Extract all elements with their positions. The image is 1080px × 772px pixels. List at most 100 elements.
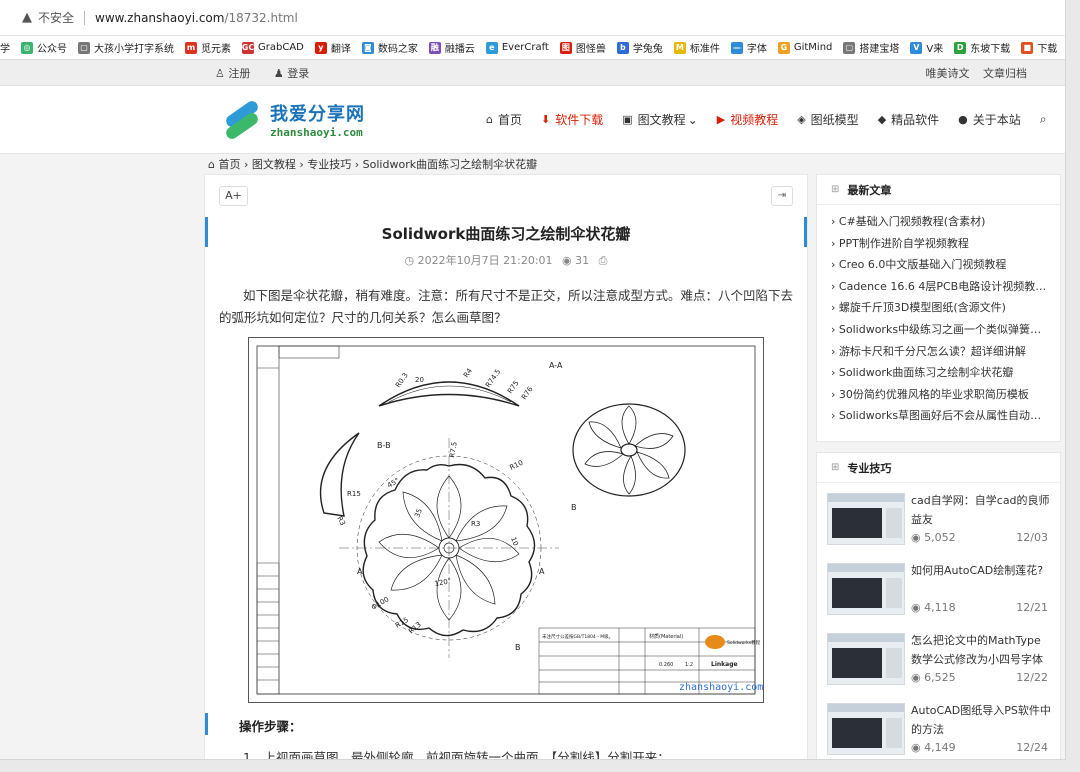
bookmark-label: GrabCAD (258, 42, 304, 53)
address-bar[interactable]: ▲ 不安全 www.zhanshaoyi.com/18732.html (0, 0, 1065, 36)
dim-label: R76 (520, 385, 535, 401)
nav-item[interactable]: ⬇ 软件下载 (541, 111, 603, 128)
bookmark-item[interactable]: b 学兔兔 (616, 40, 663, 55)
dim-label: 45° (386, 477, 401, 490)
bookmark-item[interactable]: M 标准件 (673, 40, 720, 55)
tip-item[interactable]: 怎么把论文中的MathType数学公式修改为小四号字体 ◉ 6,525 12/22 (817, 623, 1060, 691)
bookmarks-bar: 学 ◎ 公众号 ▢ 大孩小学打字系统 m 觅元素 GC GrabCAD y 翻译 ◙ 数码之家融融播云 e… (0, 36, 1065, 60)
bookmark-item[interactable]: ■ 下载 (1021, 40, 1057, 55)
title-block-part: Linkage (711, 661, 738, 668)
bookmark-item[interactable]: D 东坡下载 (954, 40, 1010, 55)
tip-thumbnail[interactable] (827, 563, 905, 615)
title-block-weight: 0.260 (659, 662, 673, 668)
tip-item[interactable]: 如何用AutoCAD绘制莲花? ◉ 4,118 12/21 (817, 553, 1060, 621)
poetry-link[interactable]: 唯美诗文 (926, 67, 970, 80)
latest-article-link[interactable]: › 30份简约优雅风格的毕业求职简历模板 (831, 384, 1048, 406)
latest-article-link[interactable]: › Creo 6.0中文版基础入门视频教程 (831, 254, 1048, 276)
tip-thumbnail[interactable] (827, 493, 905, 545)
tip-date: 12/03 (1016, 531, 1048, 544)
browser-window: ▲ 不安全 www.zhanshaoyi.com/18732.html 学 ◎ 公众… (0, 0, 1066, 760)
dim-label: 20 (415, 376, 424, 384)
nav-item[interactable]: ⌂ 首页 (486, 111, 522, 128)
toggle-sidebar-icon[interactable]: ⇥ (771, 186, 793, 206)
bookmark-icon: M (673, 41, 686, 54)
graduation-icon: ◆ (877, 113, 887, 126)
steps-accent (205, 713, 208, 735)
register-link[interactable]: ♙ 注册 (215, 67, 260, 80)
latest-list: › C#基础入门视频教程(含素材) › PPT制作进阶自学视频教程 › Creo 6… (817, 205, 1060, 427)
tip-views: ◉ 4,149 (911, 741, 956, 754)
download-icon: ⬇ (541, 113, 551, 126)
print-icon[interactable]: ⎙ (599, 254, 608, 267)
bookmark-item[interactable]: y 翻译 (314, 40, 351, 55)
grid-icon: ⊞ (831, 184, 840, 195)
bookmark-item[interactable]: ▢ 大孩小学打字系统 (78, 40, 174, 55)
bookmark-item[interactable]: 学 (0, 40, 10, 55)
nav-label: 首页 (497, 113, 522, 127)
dim-label: R15 (347, 490, 361, 498)
nav-item[interactable]: ● 关于本站 (958, 111, 1021, 128)
bookmark-item[interactable]: ◙ 数码之家 (361, 40, 418, 55)
nav-label: 关于本站 (972, 113, 1021, 127)
nav-item[interactable]: ◈ 图纸模型 (797, 111, 858, 128)
bookmark-item[interactable]: ◎ 公众号 (21, 40, 67, 55)
section-aa-label: A-A (549, 361, 563, 370)
home-icon: ⌂ (486, 113, 493, 126)
url-text[interactable]: www.zhanshaoyi.com/18732.html (95, 11, 298, 25)
bookmark-icon: 融 (428, 41, 441, 54)
bookmark-item[interactable]: V V来 (910, 40, 943, 55)
tip-item[interactable]: AutoCAD图纸导入PS软件中的方法 ◉ 4,149 12/24 (817, 693, 1060, 759)
bookmark-label: EverCraft (501, 42, 549, 53)
dim-label: R74.5 (484, 368, 502, 389)
latest-article-link[interactable]: › PPT制作进阶自学视频教程 (831, 233, 1048, 255)
bookmark-icon: GC (241, 41, 255, 54)
nav-item[interactable]: ▶ 视频教程 (717, 111, 778, 128)
latest-article-link[interactable]: › 游标卡尺和千分尺怎么读？超详细讲解 (831, 341, 1048, 363)
dim-label: R3 (335, 515, 347, 527)
latest-article-link[interactable]: › Solidworks草图画好后不会从属性自动切... (831, 405, 1048, 427)
tip-item[interactable]: cad自学网：自学cad的良师益友 ◉ 5,052 12/03 (817, 483, 1060, 551)
bookmark-item[interactable]: m 觅元素 (185, 40, 231, 55)
post-date: ◷ 2022年10月7日 21:20:01 (404, 254, 553, 267)
title-block-material: 材质(Material) (649, 633, 683, 640)
bookmark-item[interactable]: G GitMind (777, 41, 832, 54)
bookmark-item[interactable]: GC GrabCAD (241, 41, 304, 54)
bookmark-icon: D (954, 41, 967, 54)
login-link[interactable]: ♟ 登录 (274, 67, 319, 80)
latest-article-link[interactable]: › 螺旋千斤顶3D模型图纸(含源文件) (831, 297, 1048, 319)
solidworks-logo-icon (705, 635, 725, 649)
latest-article-link[interactable]: › Solidworks中级练习之画一个类似弹簧的... (831, 319, 1048, 341)
drawing-watermark: zhanshaoyi.com (679, 682, 763, 693)
latest-article-link[interactable]: › Cadence 16.6 4层PCB电路设计视频教程(... (831, 276, 1048, 298)
tip-title[interactable]: cad自学网：自学cad的良师益友 (911, 491, 1051, 529)
tip-title[interactable]: 怎么把论文中的MathType数学公式修改为小四号字体 (911, 631, 1051, 669)
chevron-down-icon: ⌄ (687, 112, 698, 127)
dim-label: R75 (506, 379, 520, 395)
bookmark-label: 标准件 (689, 44, 720, 55)
dim-label: R7.5 (448, 441, 459, 458)
dim-label: Φ100 (370, 595, 390, 611)
bookmark-item[interactable]: 图图怪兽 (559, 40, 606, 55)
tip-title[interactable]: 如何用AutoCAD绘制莲花? (911, 561, 1051, 580)
dim-label: R15 (394, 616, 410, 630)
font-size-button[interactable]: A+ (219, 186, 248, 206)
nav-item[interactable]: ◆ 精品软件 (878, 111, 939, 128)
nav-label: 图纸模型 (810, 113, 859, 127)
tip-title[interactable]: AutoCAD图纸导入PS软件中的方法 (911, 701, 1051, 739)
steps-heading: 操作步骤： (239, 719, 302, 734)
bookmark-item[interactable]: 融融播云 (428, 40, 475, 55)
tip-thumbnail[interactable] (827, 703, 905, 755)
latest-article-link[interactable]: › Solidwork曲面练习之绘制伞状花瓣 (831, 362, 1048, 384)
latest-article-link[interactable]: › C#基础入门视频教程(含素材) (831, 211, 1048, 233)
archive-link[interactable]: 文章归档 (983, 67, 1027, 80)
bookmark-label: 觅元素 (201, 44, 231, 55)
widget-header: ⊞ 专业技巧 (817, 453, 1060, 483)
site-logo[interactable]: 我爱分享网 zhanshaoyi.com (222, 98, 482, 141)
tip-thumbnail[interactable] (827, 633, 905, 685)
bookmark-item[interactable]: — 字体 (730, 40, 767, 55)
nav-item[interactable]: ▣ 图文教程 ⌄ (622, 111, 697, 128)
bookmark-item[interactable]: ▢ 搭建宝塔 (843, 40, 899, 55)
search-icon[interactable]: ⌕ (1040, 112, 1047, 127)
address-divider (84, 10, 86, 25)
bookmark-item[interactable]: e EverCraft (485, 41, 549, 54)
